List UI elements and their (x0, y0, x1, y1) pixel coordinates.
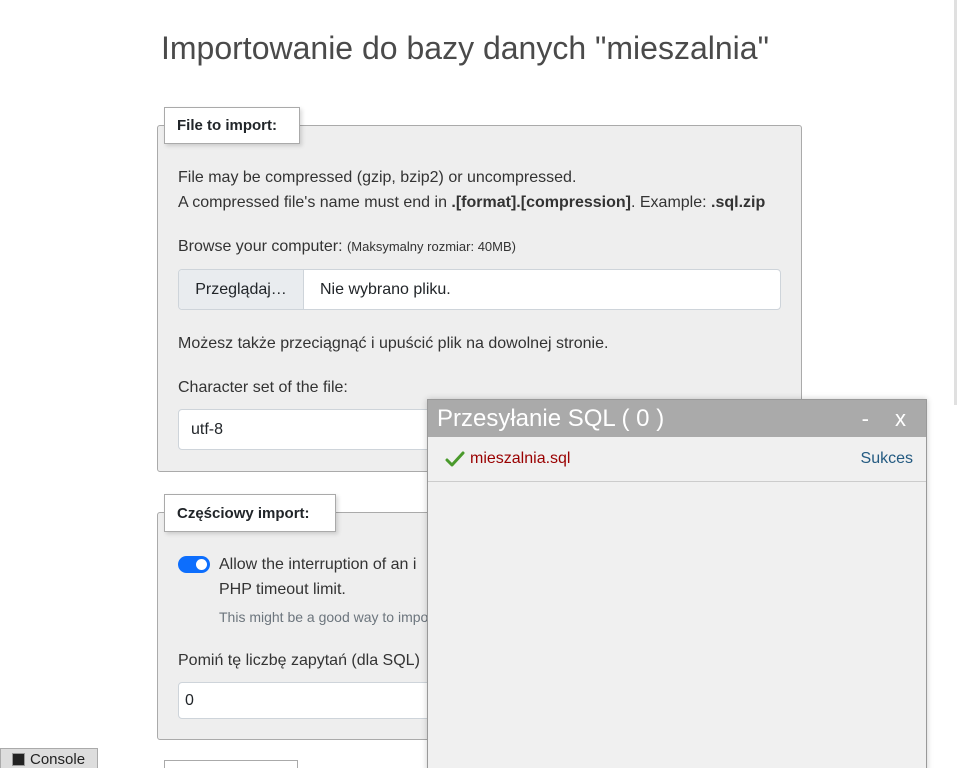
upload-row: mieszalnia.sql Sukces (428, 437, 926, 482)
charset-label: Character set of the file: (178, 379, 348, 396)
compress-note-prefix: A compressed file's name must end in (178, 194, 452, 211)
console-tab[interactable]: Console (0, 748, 98, 768)
compress-note-line1: File may be compressed (gzip, bzip2) or … (178, 169, 577, 186)
browse-label-row: Browse your computer: (Maksymalny rozmia… (178, 238, 516, 256)
console-label: Console (30, 751, 86, 768)
next-fieldset-legend (164, 760, 298, 768)
dialog-controls: - x (862, 406, 918, 432)
file-input[interactable]: Przeglądaj… Nie wybrano pliku. (178, 269, 781, 310)
uploaded-file-link[interactable]: mieszalnia.sql (470, 450, 570, 468)
compress-format: .[format].[compression] (451, 194, 631, 211)
import-page: Importowanie do bazy danych "mieszalnia"… (0, 0, 957, 768)
compress-example: .sql.zip (711, 194, 766, 211)
allow-interrupt-line1: Allow the interruption of an i (219, 556, 417, 573)
allow-interrupt-hint: This might be a good way to impo (219, 609, 429, 625)
skip-queries-label: Pomiń tę liczbę zapytań (dla SQL) (178, 652, 420, 669)
partial-import-legend: Częściowy import: (164, 494, 336, 532)
dialog-header[interactable]: Przesyłanie SQL ( 0 ) - x (428, 400, 926, 437)
browse-button[interactable]: Przeglądaj… (179, 270, 304, 309)
compress-example-label: . Example: (630, 194, 712, 211)
console-icon (12, 753, 25, 766)
file-to-import-legend: File to import: (164, 107, 300, 144)
no-file-label: Nie wybrano pliku. (320, 280, 451, 298)
allow-interrupt-toggle[interactable] (178, 556, 210, 573)
upload-file-entry: mieszalnia.sql (445, 450, 570, 468)
max-size-note: (Maksymalny rozmiar: 40MB) (346, 239, 516, 254)
dialog-title: Przesyłanie SQL ( 0 ) (437, 404, 665, 432)
sql-upload-dialog: Przesyłanie SQL ( 0 ) - x mieszalnia.sql… (427, 399, 927, 768)
allow-interrupt-line2: PHP timeout limit. (219, 581, 346, 598)
minimize-button[interactable]: - (862, 406, 869, 432)
page-title: Importowanie do bazy danych "mieszalnia" (161, 30, 769, 66)
check-icon (445, 451, 465, 467)
browse-label: Browse your computer: (178, 238, 343, 255)
compress-note-line2: A compressed file's name must end in .[f… (178, 194, 765, 212)
upload-status-link[interactable]: Sukces (861, 450, 913, 468)
drag-drop-note: Możesz także przeciągnąć i upuścić plik … (178, 335, 609, 352)
close-button[interactable]: x (895, 406, 906, 432)
